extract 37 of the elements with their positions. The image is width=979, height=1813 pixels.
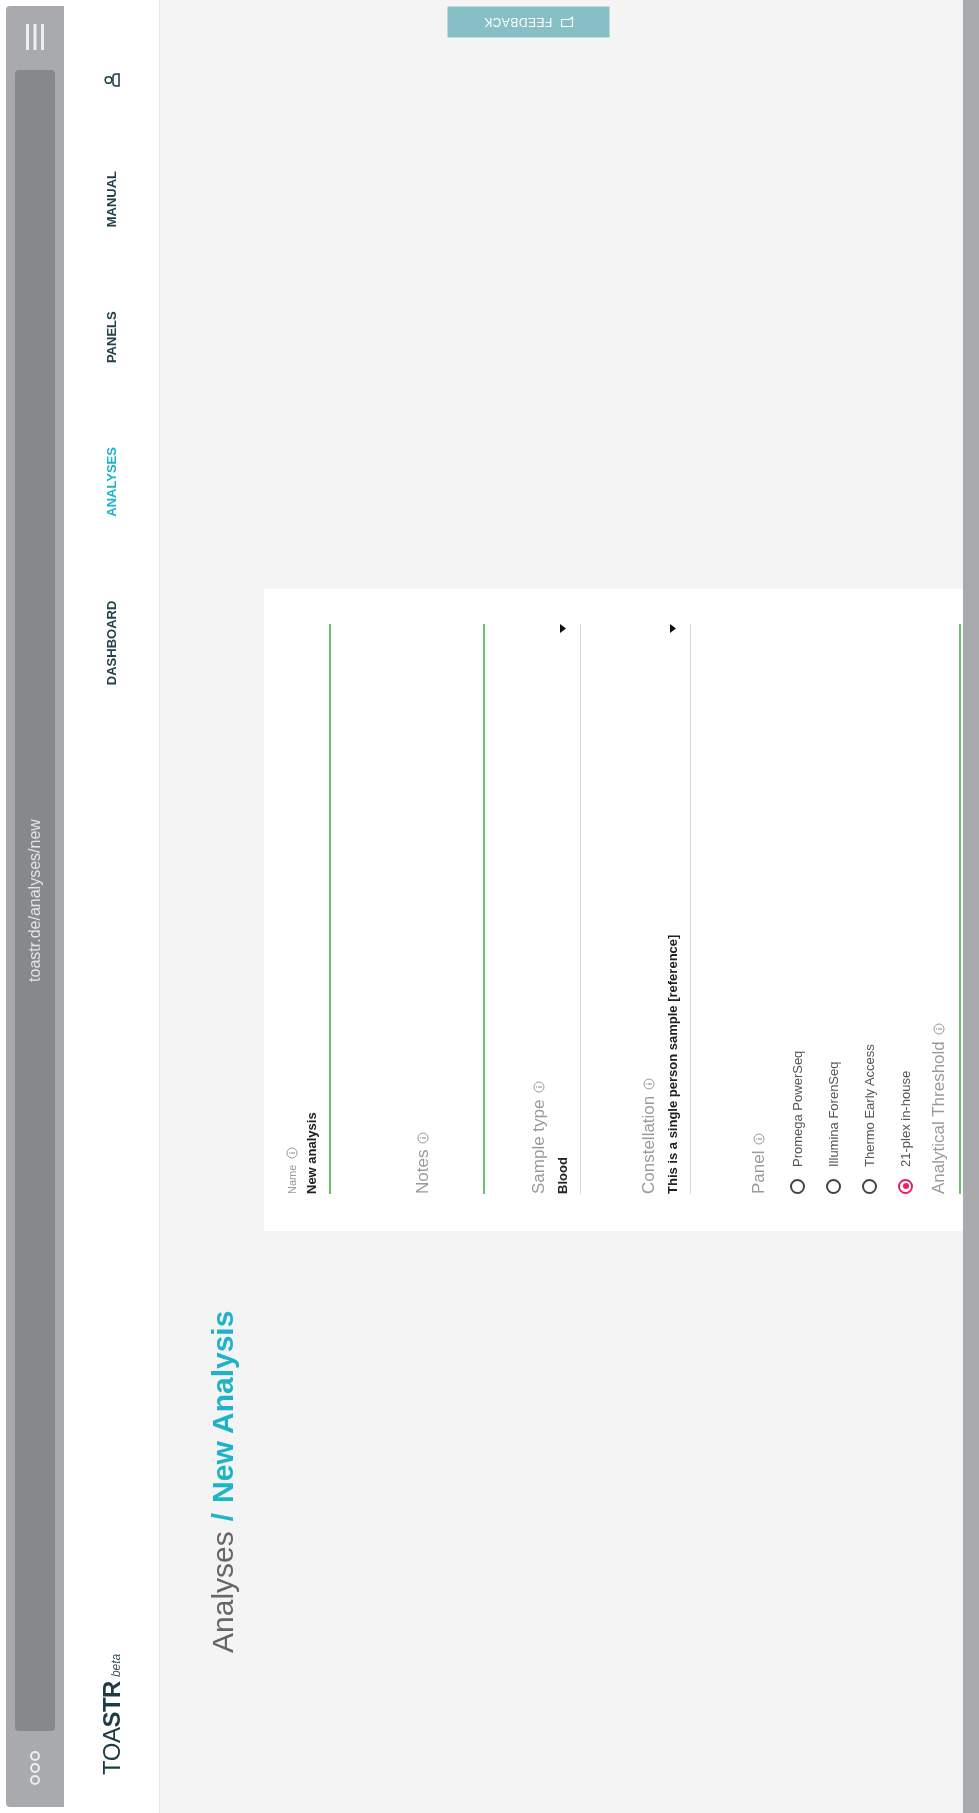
field-label: Sample type: [529, 1099, 549, 1194]
radio-button[interactable]: [826, 1179, 841, 1194]
beta-label: beta: [108, 1653, 123, 1678]
field-value[interactable]: New analysis: [304, 1112, 319, 1194]
page-title: New Analysis: [206, 1310, 240, 1503]
logo[interactable]: TOASTR: [97, 1681, 126, 1775]
radio-label[interactable]: Thermo Early Access: [862, 1044, 877, 1167]
field-label: Name: [286, 1164, 298, 1194]
info-icon[interactable]: [417, 1131, 429, 1144]
radio-button[interactable]: [862, 1179, 877, 1194]
select-value[interactable]: This is a single person sample [reference]: [665, 934, 680, 1194]
field-label: Notes: [413, 1149, 433, 1194]
radio-label[interactable]: Promega PowerSeq: [790, 1050, 805, 1167]
radio-button[interactable]: [898, 1179, 913, 1194]
field-label: Panel: [749, 1150, 769, 1194]
info-icon[interactable]: [643, 1077, 655, 1090]
radio-label[interactable]: Illumina ForenSeq: [826, 1061, 841, 1167]
select-value[interactable]: Blood: [555, 1157, 570, 1194]
dropdown-caret-icon[interactable]: [559, 624, 566, 633]
comment-icon: [560, 16, 574, 28]
info-icon[interactable]: [286, 1146, 298, 1159]
info-icon[interactable]: [933, 1023, 945, 1036]
menu-icon[interactable]: [25, 24, 45, 50]
field-label: Constellation: [639, 1095, 659, 1194]
dropdown-caret-icon[interactable]: [669, 624, 676, 633]
user-icon[interactable]: [103, 73, 120, 87]
radio-button[interactable]: [790, 1179, 805, 1194]
nav-link[interactable]: PANELS: [104, 311, 119, 364]
dots-icon[interactable]: [30, 1751, 40, 1785]
breadcrumb-separator: /: [206, 1512, 240, 1522]
info-icon[interactable]: [533, 1081, 545, 1094]
nav-link[interactable]: MANUAL: [104, 171, 119, 228]
info-icon[interactable]: [753, 1132, 765, 1145]
field-label: Analytical Threshold: [929, 1041, 949, 1194]
nav-link[interactable]: DASHBOARD: [104, 600, 119, 686]
breadcrumb-link[interactable]: Analyses: [206, 1531, 240, 1653]
radio-label[interactable]: 21-plex in-house: [898, 1070, 913, 1167]
